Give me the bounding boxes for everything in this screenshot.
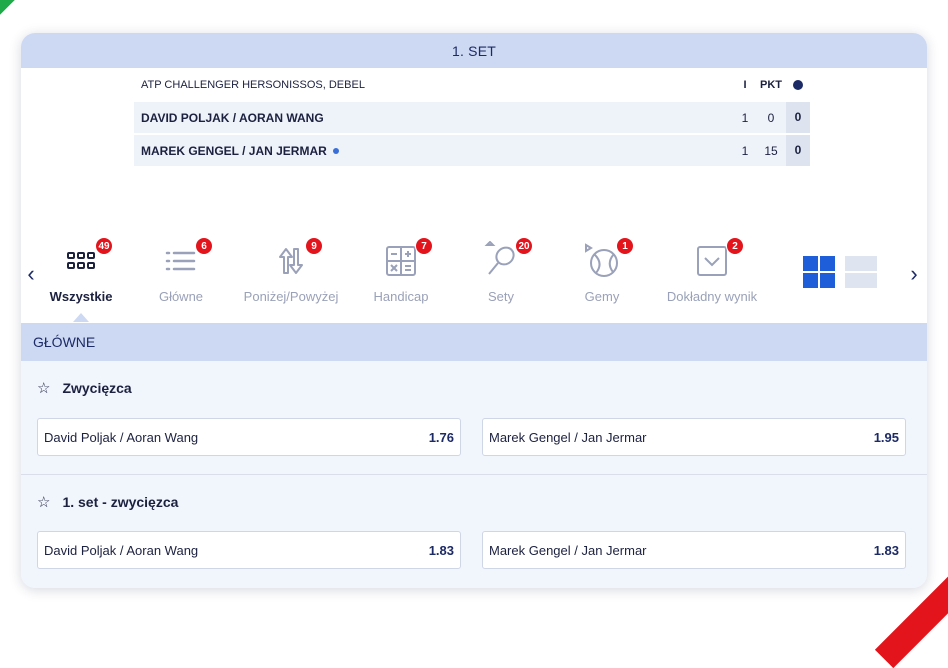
section-title: GŁÓWNE bbox=[21, 323, 927, 361]
updown-arrows-icon: 9 bbox=[271, 237, 323, 281]
tab-label: Handicap bbox=[373, 289, 429, 304]
tab-count-badge: 2 bbox=[726, 237, 744, 255]
games: 0 bbox=[786, 135, 810, 166]
tab-count-badge: 49 bbox=[95, 237, 113, 255]
scoreboard: ATP CHALLENGER HERSONISSOS, DEBEL I PKT … bbox=[134, 68, 810, 168]
team-name: MAREK GENGEL / JAN JERMAR bbox=[134, 144, 734, 158]
points-column-header: PKT bbox=[760, 79, 782, 91]
tab-count-badge: 20 bbox=[515, 237, 533, 255]
tennis-racket-icon: 20 bbox=[481, 237, 533, 281]
tab-label: Główne bbox=[158, 289, 204, 304]
green-corner-stripe bbox=[0, 0, 67, 27]
market-tabs: ‹ 49 Wszystkie 6 Główne 9 Poniżej/Powyże… bbox=[21, 233, 927, 323]
tab-count-badge: 9 bbox=[305, 237, 323, 255]
odds-selection-name: David Poljak / Aoran Wang bbox=[44, 429, 199, 445]
set-column-header: I bbox=[743, 79, 747, 91]
odds-selection-name: Marek Gengel / Jan Jermar bbox=[489, 429, 647, 445]
team-name-text: MAREK GENGEL / JAN JERMAR bbox=[141, 143, 327, 158]
grid-icon: 49 bbox=[61, 237, 113, 281]
serving-indicator-icon bbox=[332, 148, 339, 155]
tab-count-badge: 1 bbox=[616, 237, 634, 255]
tab-wszystkie[interactable]: 49 Wszystkie bbox=[26, 237, 136, 323]
tournament-name: ATP CHALLENGER HERSONISSOS, DEBEL bbox=[141, 79, 365, 91]
score-row: DAVID POLJAK / AORAN WANG 1 0 0 bbox=[134, 102, 810, 133]
list-icon: 6 bbox=[161, 237, 213, 281]
tab-dokladny-wynik[interactable]: 2 Dokładny wynik bbox=[657, 237, 767, 323]
odds-button[interactable]: David Poljak / Aoran Wang 1.83 bbox=[37, 531, 461, 569]
odds-value: 1.95 bbox=[873, 429, 899, 445]
odds-value: 1.83 bbox=[428, 542, 454, 558]
points: 0 bbox=[767, 110, 775, 125]
tennis-ball-icon: 1 bbox=[582, 237, 634, 281]
sets-won: 1 bbox=[741, 110, 749, 125]
scoreboard-header: ATP CHALLENGER HERSONISSOS, DEBEL I PKT bbox=[134, 68, 810, 102]
layout-single-column-button[interactable] bbox=[845, 256, 877, 288]
tab-gemy[interactable]: 1 Gemy bbox=[547, 237, 657, 323]
tab-label: Sety bbox=[487, 289, 514, 304]
tab-ponizej-powyzej[interactable]: 9 Poniżej/Powyżej bbox=[236, 237, 346, 323]
score-row: MAREK GENGEL / JAN JERMAR 1 15 0 bbox=[134, 135, 810, 166]
odds-selection-name: David Poljak / Aoran Wang bbox=[44, 542, 199, 558]
tab-label: Gemy bbox=[584, 289, 620, 304]
odds-button[interactable]: Marek Gengel / Jan Jermar 1.95 bbox=[482, 418, 906, 456]
active-tab-pointer bbox=[73, 313, 89, 322]
tab-count-badge: 6 bbox=[195, 237, 213, 255]
market-title-text: Zwycięzca bbox=[62, 380, 132, 396]
team-name: DAVID POLJAK / AORAN WANG bbox=[141, 110, 324, 125]
odds-selection-name: Marek Gengel / Jan Jermar bbox=[489, 542, 647, 558]
market-block: ☆ 1. set - zwycięzca David Poljak / Aora… bbox=[21, 475, 927, 588]
calculator-icon: 7 bbox=[381, 237, 433, 281]
match-card: 1. SET ATP CHALLENGER HERSONISSOS, DEBEL… bbox=[21, 33, 927, 588]
tab-handicap[interactable]: 7 Handicap bbox=[346, 237, 456, 323]
tab-sety[interactable]: 20 Sety bbox=[446, 237, 556, 323]
odds-value: 1.83 bbox=[873, 542, 899, 558]
market-block: ☆ Zwycięzca David Poljak / Aoran Wang 1.… bbox=[21, 361, 927, 474]
points: 15 bbox=[764, 143, 778, 158]
star-icon[interactable]: ☆ bbox=[37, 379, 50, 397]
tab-label: Poniżej/Powyżej bbox=[243, 289, 339, 304]
layout-toggle bbox=[803, 256, 879, 288]
tab-count-badge: 7 bbox=[415, 237, 433, 255]
odds-button[interactable]: David Poljak / Aoran Wang 1.76 bbox=[37, 418, 461, 456]
tab-glowne[interactable]: 6 Główne bbox=[126, 237, 236, 323]
tab-label: Dokładny wynik bbox=[666, 289, 758, 304]
chevron-right-icon[interactable]: › bbox=[904, 261, 924, 287]
market-title: ☆ Zwycięzca bbox=[37, 379, 132, 397]
checkbox-icon: 2 bbox=[692, 237, 744, 281]
tennis-ball-icon bbox=[786, 79, 810, 91]
layout-two-column-button[interactable] bbox=[803, 256, 835, 288]
sets-won: 1 bbox=[741, 143, 749, 158]
odds-value: 1.76 bbox=[428, 429, 454, 445]
set-header: 1. SET bbox=[21, 33, 927, 68]
market-title: ☆ 1. set - zwycięzca bbox=[37, 493, 178, 511]
star-icon[interactable]: ☆ bbox=[37, 493, 50, 511]
games: 0 bbox=[786, 102, 810, 133]
tab-label: Wszystkie bbox=[49, 289, 113, 304]
market-title-text: 1. set - zwycięzca bbox=[62, 494, 179, 510]
odds-button[interactable]: Marek Gengel / Jan Jermar 1.83 bbox=[482, 531, 906, 569]
